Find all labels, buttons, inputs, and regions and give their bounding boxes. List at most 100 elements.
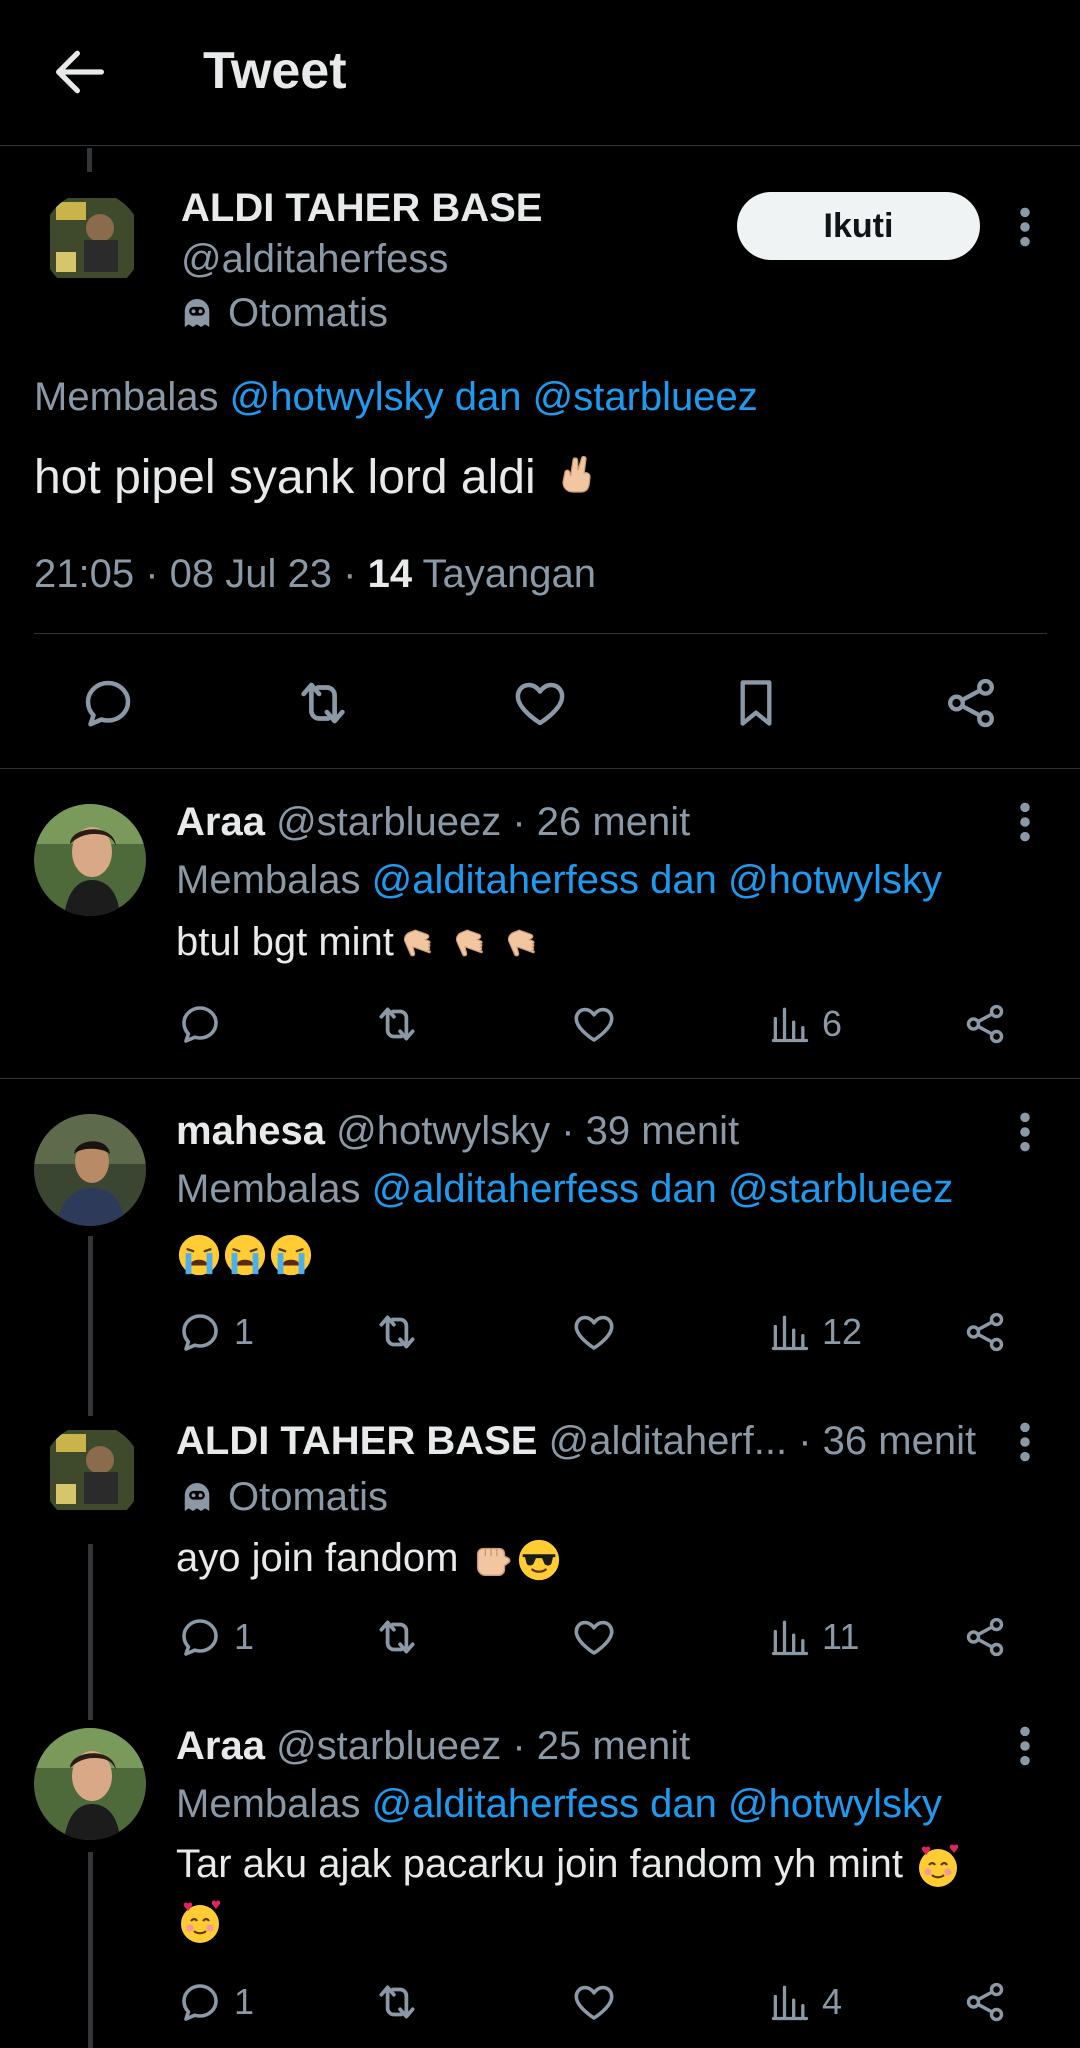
more-vertical-icon xyxy=(1010,1420,1040,1464)
retweet-icon xyxy=(372,999,422,1049)
reply-button[interactable]: 1 xyxy=(176,1302,254,1362)
mention-link[interactable]: @alditaherfess xyxy=(372,858,639,902)
like-button[interactable] xyxy=(570,1302,618,1362)
reply-header: Araa @starblueez · 25 menit xyxy=(176,1724,691,1768)
views-chart-icon xyxy=(768,1310,812,1354)
mention-link[interactable]: @alditaherfess xyxy=(372,1167,639,1211)
author-handle[interactable]: @alditaherf... xyxy=(549,1419,788,1463)
views-button[interactable]: 12 xyxy=(768,1302,862,1362)
follow-button[interactable]: Ikuti xyxy=(737,192,980,260)
avatar[interactable] xyxy=(42,192,142,292)
retweet-icon xyxy=(372,1977,422,2027)
share-button[interactable] xyxy=(962,1302,1008,1362)
replying-and[interactable]: dan xyxy=(650,1167,717,1211)
author-name[interactable]: ALDI TAHER BASE xyxy=(176,1419,537,1463)
back-button[interactable] xyxy=(48,40,112,104)
more-options-button[interactable] xyxy=(1010,1110,1040,1154)
pointing-hand-emoji xyxy=(403,929,431,957)
mention-link[interactable]: @alditaherfess xyxy=(372,1782,639,1826)
replying-and[interactable]: dan xyxy=(650,1782,717,1826)
avatar[interactable] xyxy=(34,1728,146,1840)
views-count: 6 xyxy=(822,1003,843,1044)
mention-link[interactable]: @starblueez xyxy=(728,1167,953,1211)
views-button[interactable]: 6 xyxy=(768,994,842,1054)
share-button[interactable] xyxy=(962,994,1008,1054)
share-button[interactable] xyxy=(962,1972,1008,2032)
share-icon xyxy=(962,1979,1008,2025)
author-name[interactable]: Araa xyxy=(176,800,265,844)
thread-connector-line xyxy=(87,148,92,172)
more-options-button[interactable] xyxy=(1010,1724,1040,1768)
views-chart-icon xyxy=(768,1002,812,1046)
views-label[interactable]: Tayangan xyxy=(422,552,595,596)
reply-header: Araa @starblueez · 26 menit xyxy=(176,800,691,844)
replying-to-line: Membalas @alditaherfess dan @hotwylsky xyxy=(176,855,942,905)
author-handle[interactable]: @starblueez xyxy=(276,1724,501,1768)
reply-time: 36 menit xyxy=(822,1419,977,1463)
more-options-button[interactable] xyxy=(1010,800,1040,844)
avatar[interactable] xyxy=(34,1114,146,1226)
avatar[interactable] xyxy=(42,1424,142,1524)
reply-text-content: ayo join fandom xyxy=(176,1536,459,1580)
author-name[interactable]: ALDI TAHER BASE xyxy=(181,183,542,233)
top-app-bar: Tweet xyxy=(0,0,1080,146)
reply-header: mahesa @hotwylsky · 39 menit xyxy=(176,1109,740,1153)
heart-icon xyxy=(510,673,570,733)
retweet-button[interactable] xyxy=(372,1607,422,1667)
avatar-image xyxy=(42,192,142,292)
views-count: 11 xyxy=(822,1616,860,1657)
avatar-image xyxy=(42,1424,142,1524)
heart-icon xyxy=(570,1978,618,2026)
reply-time: 25 menit xyxy=(536,1724,691,1768)
reply-icon xyxy=(78,673,138,733)
bookmark-button[interactable] xyxy=(713,660,799,746)
reply-text xyxy=(176,1225,1016,1281)
mention-link[interactable]: @starblueez xyxy=(533,375,758,419)
reply-icon xyxy=(176,1000,224,1048)
like-button[interactable] xyxy=(570,994,618,1054)
replying-to-line: Membalas @alditaherfess dan @starblueez xyxy=(176,1164,953,1214)
replying-and[interactable]: dan xyxy=(455,375,522,419)
mention-link[interactable]: @hotwylsky xyxy=(230,375,444,419)
author-name[interactable]: mahesa xyxy=(176,1109,325,1153)
like-button[interactable] xyxy=(570,1607,618,1667)
retweet-button[interactable] xyxy=(372,1302,422,1362)
author-handle[interactable]: @starblueez xyxy=(276,800,501,844)
reply-button[interactable] xyxy=(176,994,234,1054)
retweet-button[interactable] xyxy=(372,994,422,1054)
share-button[interactable] xyxy=(928,660,1014,746)
reply-button[interactable] xyxy=(65,660,151,746)
bot-icon xyxy=(176,292,218,334)
reply-count: 1 xyxy=(234,1311,255,1352)
like-button[interactable] xyxy=(570,1972,618,2032)
retweet-button[interactable] xyxy=(372,1972,422,2032)
sunglasses-emoji xyxy=(518,1540,559,1581)
replying-to-line: Membalas @hotwylsky dan @starblueez xyxy=(34,372,758,422)
replying-and[interactable]: dan xyxy=(650,858,717,902)
views-count[interactable]: 14 xyxy=(368,552,413,596)
tweet-time: 21:05 xyxy=(34,552,135,596)
reply-button[interactable]: 1 xyxy=(176,1972,254,2032)
mention-link[interactable]: @hotwylsky xyxy=(728,858,942,902)
share-button[interactable] xyxy=(962,1607,1008,1667)
author-name[interactable]: Araa xyxy=(176,1724,265,1768)
tweet-metadata: 21:05 · 08 Jul 23 · 14 Tayangan xyxy=(34,552,596,596)
like-button[interactable] xyxy=(497,660,583,746)
avatar[interactable] xyxy=(34,804,146,916)
replying-prefix: Membalas xyxy=(176,1167,361,1211)
views-button[interactable]: 4 xyxy=(768,1972,842,2032)
reply-icon xyxy=(176,1978,224,2026)
author-handle[interactable]: @hotwylsky xyxy=(336,1109,550,1153)
views-button[interactable]: 11 xyxy=(768,1607,859,1667)
share-icon xyxy=(962,1001,1008,1047)
reply-button[interactable]: 1 xyxy=(176,1607,254,1667)
smiling-face-with-hearts-emoji xyxy=(919,1844,959,1888)
mention-link[interactable]: @hotwylsky xyxy=(728,1782,942,1826)
reply-text: ayo join fandom xyxy=(176,1530,1016,1586)
retweet-button[interactable] xyxy=(280,660,366,746)
replying-prefix: Membalas xyxy=(176,858,361,902)
more-options-button[interactable] xyxy=(1010,1420,1040,1464)
author-handle[interactable]: @alditaherfess xyxy=(181,234,448,284)
thread-connector-line xyxy=(88,1852,93,2048)
more-options-button[interactable] xyxy=(1010,205,1040,249)
